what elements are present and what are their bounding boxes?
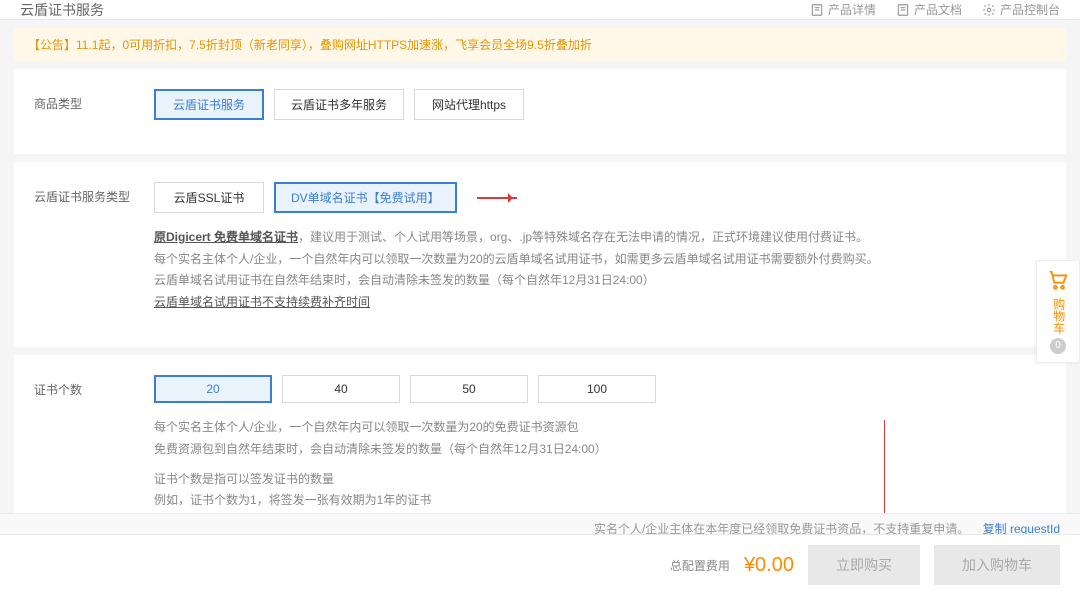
header-links: 产品详情 产品文档 产品控制台 (810, 1, 1060, 18)
option-count-50[interactable]: 50 (410, 375, 528, 403)
link-product-detail[interactable]: 产品详情 (810, 1, 876, 18)
cart-badge: 0 (1050, 338, 1066, 354)
announcement-banner: 【公告】11.1起，0可用折扣，7.5折封顶（新老同享），叠购网址HTTPS加速… (14, 28, 1066, 61)
service-type-options: 云盾SSL证书 DV单域名证书【免费试用】 (154, 182, 1046, 213)
link-product-console[interactable]: 产品控制台 (982, 1, 1060, 18)
total-price: ¥0.00 (744, 554, 794, 577)
cart-icon (1047, 269, 1069, 291)
add-cart-button[interactable]: 加入购物车 (934, 545, 1060, 585)
cert-count-options: 20 40 50 100 (154, 375, 1046, 403)
page-title: 云盾证书服务 (20, 0, 104, 20)
label-service-type: 云盾证书服务类型 (34, 182, 154, 205)
cart-float[interactable]: 购物车 0 (1036, 260, 1080, 363)
doc-icon (810, 3, 824, 17)
product-type-options: 云盾证书服务 云盾证书多年服务 网站代理https (154, 89, 1046, 120)
option-cert-service[interactable]: 云盾证书服务 (154, 89, 264, 120)
option-dv-free[interactable]: DV单域名证书【免费试用】 (274, 182, 457, 213)
cart-label: 购物车 (1037, 298, 1079, 334)
label-cert-count: 证书个数 (34, 375, 154, 398)
doc-icon (896, 3, 910, 17)
gear-icon (982, 3, 996, 17)
option-proxy-https[interactable]: 网站代理https (414, 89, 524, 120)
option-count-100[interactable]: 100 (538, 375, 656, 403)
footer-bar: 总配置费用 ¥0.00 立即购买 加入购物车 (0, 534, 1080, 595)
section-product-type: 商品类型 云盾证书服务 云盾证书多年服务 网站代理https (14, 69, 1066, 154)
buy-now-button[interactable]: 立即购买 (808, 545, 920, 585)
arrow-right-icon (477, 197, 517, 199)
section-service-type: 云盾证书服务类型 云盾SSL证书 DV单域名证书【免费试用】 原Digicert… (14, 162, 1066, 347)
page-header: 云盾证书服务 产品详情 产品文档 产品控制台 (0, 0, 1080, 20)
service-type-desc: 原Digicert 免费单域名证书，建议用于测试、个人试用等场景，org、.jp… (154, 227, 1046, 313)
option-ssl-cert[interactable]: 云盾SSL证书 (154, 182, 264, 213)
option-count-40[interactable]: 40 (282, 375, 400, 403)
link-product-doc[interactable]: 产品文档 (896, 1, 962, 18)
label-product-type: 商品类型 (34, 89, 154, 112)
option-cert-multiyear[interactable]: 云盾证书多年服务 (274, 89, 404, 120)
option-count-20[interactable]: 20 (154, 375, 272, 403)
total-label: 总配置费用 (670, 557, 730, 574)
